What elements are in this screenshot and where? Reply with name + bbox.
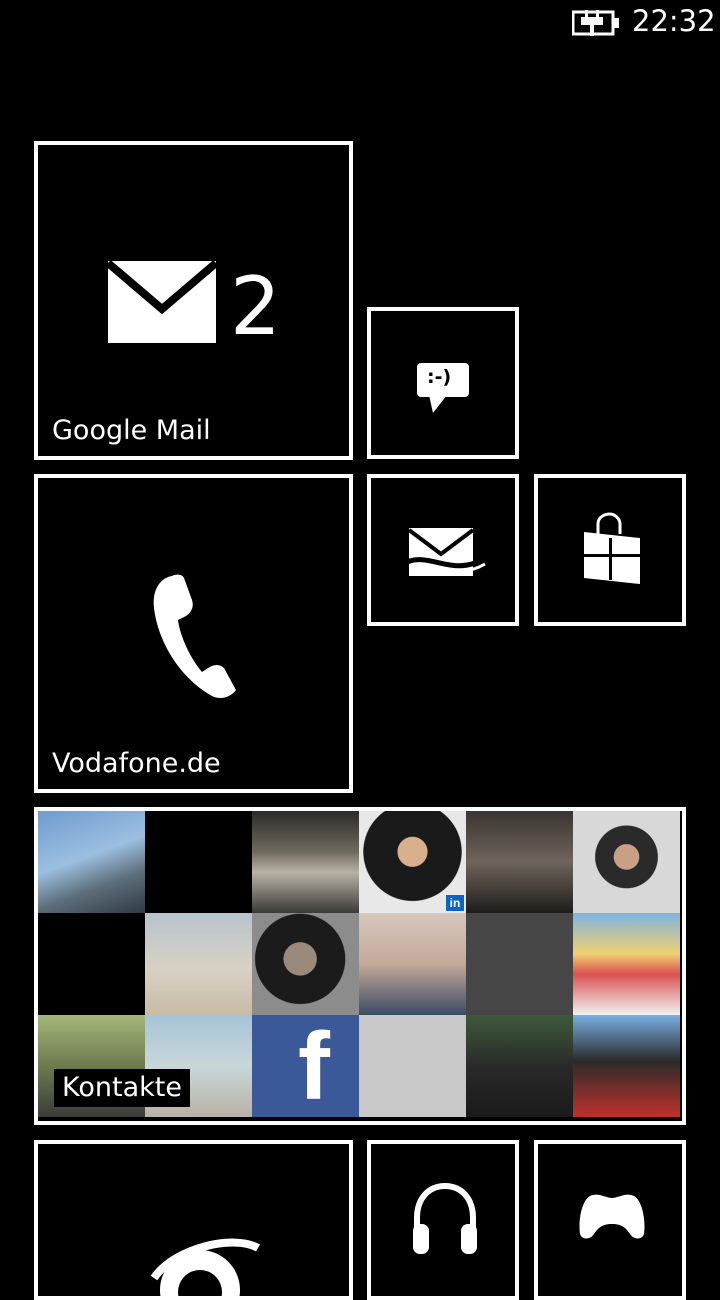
clock: 22:32 [632, 4, 716, 38]
internet-explorer-tile[interactable] [34, 1140, 353, 1300]
status-bar: 22:32 [0, 0, 720, 46]
emoticon-text: :-) [427, 366, 452, 388]
google-mail-label: Google Mail [52, 415, 211, 446]
contact-empty-cell [38, 913, 145, 1015]
messaging-tile[interactable]: :-) [367, 307, 519, 459]
messaging-smiley-icon: :-) [415, 361, 473, 421]
contact-photo [466, 811, 573, 913]
outlook-mail-tile[interactable] [367, 474, 519, 626]
contact-grey-cell [359, 1015, 466, 1117]
mail-icon [105, 259, 219, 349]
internet-explorer-icon [144, 1238, 264, 1296]
contact-photo [38, 811, 145, 913]
unread-count: 2 [230, 260, 281, 353]
google-mail-tile[interactable]: 2 Google Mail [34, 141, 353, 460]
contact-photo [252, 913, 359, 1015]
games-tile[interactable] [534, 1140, 686, 1300]
linkedin-badge-icon: in [446, 895, 464, 911]
contacts-tile[interactable]: in f Kontakte [34, 807, 686, 1125]
facebook-f-glyph: f [298, 1015, 330, 1117]
game-controller-icon [576, 1190, 648, 1246]
contact-photo [145, 913, 252, 1015]
battery-charging-icon [571, 10, 620, 36]
contact-grey-cell [466, 913, 573, 1015]
phone-icon [150, 572, 240, 706]
phone-label: Vodafone.de [52, 748, 221, 779]
contact-photo [252, 811, 359, 913]
store-icon [580, 512, 644, 590]
contact-empty-cell [145, 811, 252, 913]
contact-photo [573, 1015, 680, 1117]
headphones-icon [409, 1182, 481, 1260]
store-tile[interactable] [534, 474, 686, 626]
contact-photo [573, 811, 680, 913]
phone-tile[interactable]: Vodafone.de [34, 474, 353, 793]
contact-photo [573, 913, 680, 1015]
contact-photo: in [359, 811, 466, 913]
contacts-label: Kontakte [54, 1069, 190, 1107]
outlook-mail-icon [406, 522, 487, 586]
music-tile[interactable] [367, 1140, 519, 1300]
contact-photo [359, 913, 466, 1015]
facebook-icon: f [252, 1015, 359, 1117]
contact-photo [466, 1015, 573, 1117]
